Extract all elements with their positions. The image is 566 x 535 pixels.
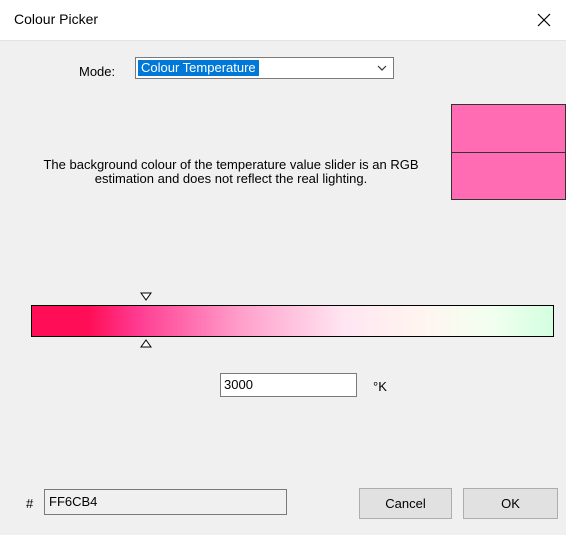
ok-button[interactable]: OK [463,488,558,519]
window-title: Colour Picker [14,11,99,27]
mode-selected-value: Colour Temperature [138,60,259,76]
temperature-input[interactable]: 3000 [220,373,357,397]
title-bar: Colour Picker [0,0,566,41]
temperature-unit: °K [373,379,387,394]
hex-hash-label: # [26,496,34,511]
slider-bottom-marker-icon[interactable] [140,339,153,349]
colour-preview [451,104,566,200]
cancel-button[interactable]: Cancel [359,488,452,519]
estimation-note: The background colour of the temperature… [43,157,419,186]
old-colour-swatch [452,153,565,199]
new-colour-swatch [452,105,565,153]
close-button[interactable] [522,0,566,40]
hex-input[interactable]: FF6CB4 [44,489,287,515]
slider-top-marker-icon[interactable] [140,292,153,302]
temperature-slider[interactable] [31,305,554,337]
mode-label: Mode: [79,64,116,79]
chevron-down-icon [377,65,387,71]
mode-dropdown[interactable]: Colour Temperature [135,57,394,79]
close-icon [537,13,551,27]
